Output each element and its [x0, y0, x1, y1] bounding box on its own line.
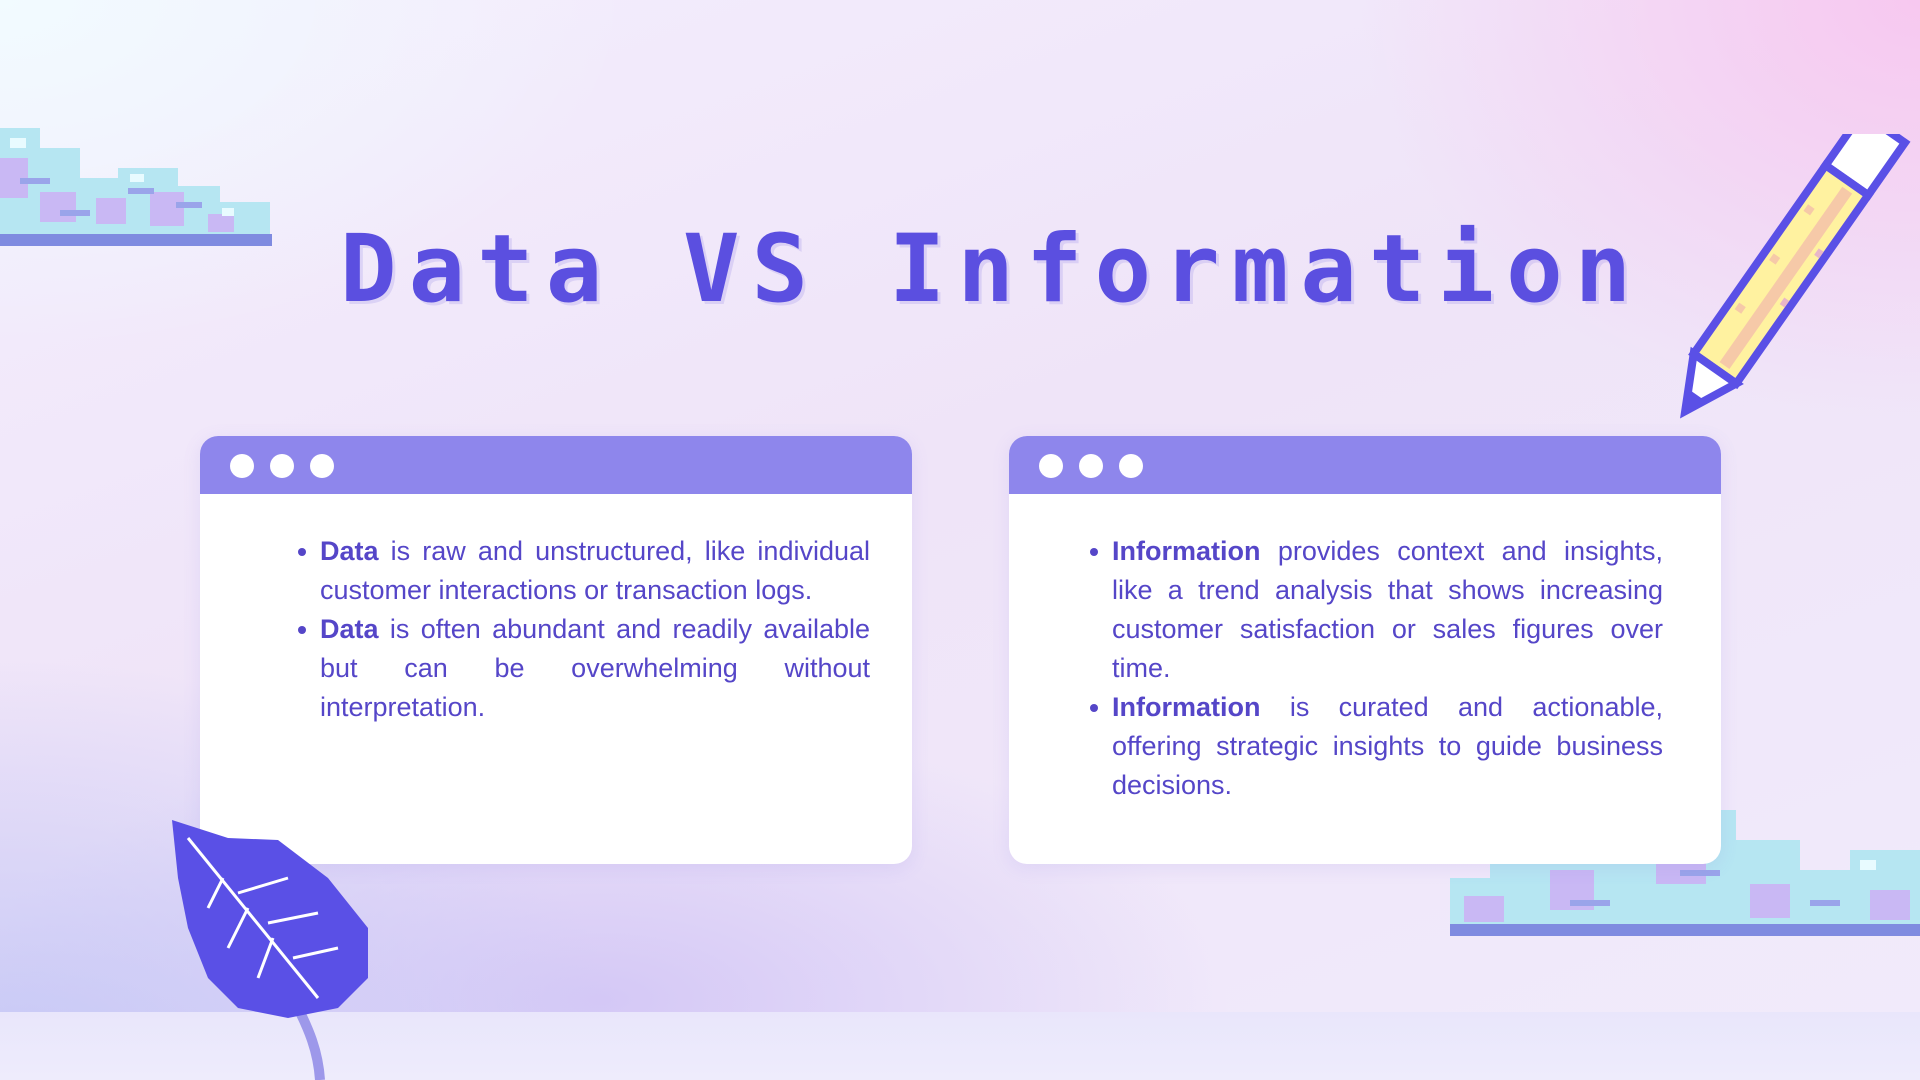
leaf-icon [172, 820, 368, 1080]
bullet-list: Information provides context and insight… [1090, 532, 1663, 805]
pencil-icon [1680, 134, 1911, 419]
keyword: Data [320, 614, 379, 644]
window-titlebar [200, 436, 912, 494]
bullet-list: Data is raw and unstructured, like indiv… [298, 532, 870, 727]
list-item: Data is raw and unstructured, like indiv… [298, 532, 870, 610]
information-window: Information provides context and insight… [1009, 436, 1721, 864]
data-window: Data is raw and unstructured, like indiv… [200, 436, 912, 864]
information-description: Information provides context and insight… [1090, 532, 1663, 805]
list-item: Information is curated and actionable, o… [1090, 688, 1663, 805]
keyword: Data [320, 536, 379, 566]
page-title: Data VS Information [340, 215, 1644, 324]
window-dot [310, 454, 334, 478]
keyword: Information [1112, 536, 1261, 566]
cloud-icon [0, 128, 272, 246]
window-dot [230, 454, 254, 478]
window-dot [1039, 454, 1063, 478]
keyword: Information [1112, 692, 1261, 722]
list-item: Information provides context and insight… [1090, 532, 1663, 688]
list-item: Data is often abundant and readily avail… [298, 610, 870, 727]
data-description: Data is raw and unstructured, like indiv… [298, 532, 870, 727]
window-dot [1079, 454, 1103, 478]
item-text: is raw and unstructured, like individual… [320, 536, 870, 605]
window-titlebar [1009, 436, 1721, 494]
item-text: is often abundant and readily available … [320, 614, 870, 722]
window-dot [270, 454, 294, 478]
window-dot [1119, 454, 1143, 478]
